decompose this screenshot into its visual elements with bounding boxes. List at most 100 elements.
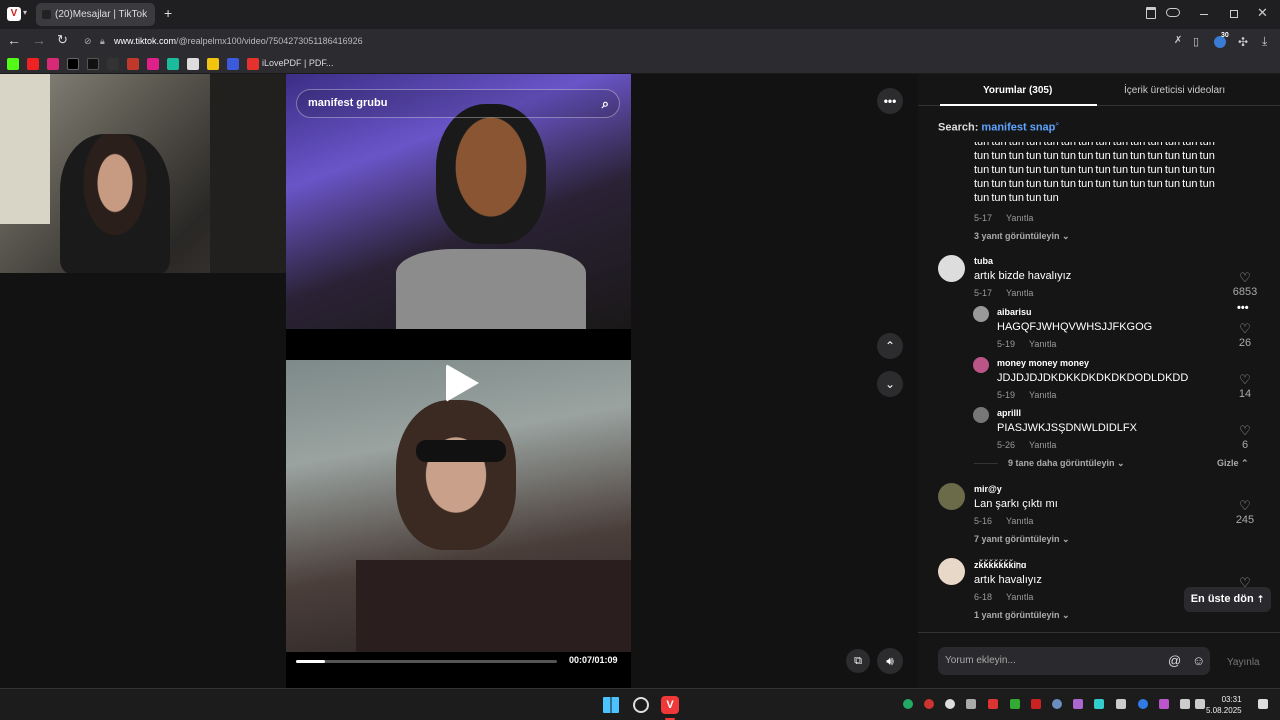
bluetooth-icon[interactable] xyxy=(1138,699,1148,709)
video-player[interactable]: manifest grubu ⌕ 00:07/01:09 xyxy=(286,74,631,688)
tray-app-icon[interactable] xyxy=(1073,699,1083,709)
search-icon[interactable]: ⌕ xyxy=(602,90,609,117)
back-to-top-button[interactable]: En üste dön ⇡ xyxy=(1184,587,1271,612)
previous-video-chevron-up-icon[interactable]: ⌃ xyxy=(877,333,903,359)
tab-creator-videos[interactable]: İçerik üreticisi videoları xyxy=(1124,85,1225,96)
view-more-replies-button[interactable]: 9 tane daha görüntüleyin ⌄ xyxy=(1008,458,1125,469)
emoji-icon[interactable]: ☺ xyxy=(1192,647,1205,675)
bookmark-yellow-icon[interactable] xyxy=(207,58,219,70)
microphone-icon[interactable] xyxy=(1159,699,1169,709)
hide-replies-button[interactable]: Gizle ⌃ xyxy=(1217,458,1249,469)
bookmark-ilovepdf-icon[interactable] xyxy=(247,58,259,70)
more-options-icon[interactable]: ••• xyxy=(877,88,903,114)
bookmark-diamond-icon[interactable] xyxy=(187,58,199,70)
heart-icon[interactable]: ♡ xyxy=(1225,322,1265,335)
next-video-chevron-down-icon[interactable]: ⌄ xyxy=(877,371,903,397)
reply-username[interactable]: money money money xyxy=(997,358,1089,368)
volume-icon[interactable]: 🔊︎ xyxy=(877,648,903,674)
extensions-puzzle-icon[interactable]: ✣ xyxy=(1238,35,1248,49)
reply-button[interactable]: Yanıtla xyxy=(1029,339,1056,349)
tray-app-icon[interactable] xyxy=(1031,699,1041,709)
tray-app-icon[interactable] xyxy=(966,699,976,709)
tray-app-icon[interactable] xyxy=(945,699,955,709)
tray-app-icon[interactable] xyxy=(1094,699,1104,709)
bookmark-icon[interactable]: ▯ xyxy=(1193,35,1199,48)
tab-comments[interactable]: Yorumlar (305) xyxy=(983,85,1052,96)
avatar[interactable] xyxy=(938,558,965,585)
bookmark-red-icon[interactable] xyxy=(127,58,139,70)
tray-app-icon[interactable] xyxy=(1010,699,1020,709)
mention-icon[interactable]: @ xyxy=(1168,647,1181,675)
network-icon[interactable] xyxy=(1180,699,1190,709)
play-icon[interactable] xyxy=(446,364,479,402)
url-field[interactable]: ⊘ 🔒︎ www.tiktok.com/@realpelmx100/video/… xyxy=(78,33,1158,50)
minimize-button[interactable] xyxy=(1200,14,1208,15)
back-arrow-icon[interactable]: ← xyxy=(7,32,21,48)
tray-app-icon[interactable] xyxy=(903,699,913,709)
like-count[interactable]: ♡ 6853 xyxy=(1225,271,1265,298)
reply-button[interactable]: Yanıtla xyxy=(1029,390,1056,400)
avatar[interactable] xyxy=(973,306,989,322)
view-replies-button[interactable]: 3 yanıt görüntüleyin ⌄ xyxy=(974,231,1070,242)
comment-username[interactable]: zǩǩǩǩǩǩǩiᥒɑ xyxy=(974,560,1026,571)
avatar[interactable] xyxy=(973,357,989,373)
publish-button[interactable]: Yayınla xyxy=(1227,657,1260,668)
windows-start-icon[interactable] xyxy=(603,697,619,713)
reply-button[interactable]: Yanıtla xyxy=(1029,440,1056,450)
reply-button[interactable]: Yanıtla xyxy=(1006,213,1033,223)
trash-icon[interactable] xyxy=(1146,7,1156,19)
like-count[interactable]: ♡ 6 xyxy=(1225,424,1265,451)
bookmark-yandex-icon[interactable] xyxy=(147,58,159,70)
comment-username[interactable]: tuba xyxy=(974,256,993,266)
steam-icon[interactable] xyxy=(1052,699,1062,709)
site-info-icon[interactable]: ⊘ xyxy=(84,33,92,50)
forward-arrow-icon[interactable]: → xyxy=(32,32,46,48)
bookmark-blue-icon[interactable] xyxy=(227,58,239,70)
video-search-box[interactable]: manifest grubu ⌕ xyxy=(296,89,620,118)
video-progress-bar[interactable] xyxy=(296,660,557,663)
heart-icon[interactable]: ♡ xyxy=(1225,271,1265,284)
tray-app-icon[interactable] xyxy=(988,699,998,709)
tray-app-icon[interactable] xyxy=(1116,699,1126,709)
comment-username[interactable]: mir@y xyxy=(974,484,1002,494)
bookmark-threads-icon[interactable] xyxy=(107,58,119,70)
new-tab-button[interactable]: + xyxy=(164,5,172,21)
avatar[interactable] xyxy=(938,255,965,282)
related-search-term[interactable]: manifest snap xyxy=(981,122,1055,134)
view-replies-button[interactable]: 1 yanıt görüntüleyin ⌄ xyxy=(974,610,1070,621)
bookmark-instagram-icon[interactable] xyxy=(47,58,59,70)
reload-icon[interactable]: ↻ xyxy=(57,32,68,48)
reply-username[interactable]: aibarisu xyxy=(997,307,1032,317)
heart-icon[interactable]: ♡ xyxy=(1225,373,1265,386)
bookmark-green-icon[interactable] xyxy=(167,58,179,70)
comment-input[interactable]: Yorum ekleyin... @ ☺ xyxy=(938,647,1210,675)
related-search[interactable]: Search: manifest snap⌕ xyxy=(938,121,1059,134)
heart-icon[interactable]: ♡ xyxy=(1225,499,1265,512)
reply-username[interactable]: aprilll xyxy=(997,408,1021,418)
more-options-icon[interactable]: ••• xyxy=(1237,302,1249,314)
avatar[interactable] xyxy=(938,483,965,510)
notifications-icon[interactable] xyxy=(1258,699,1268,709)
bookmark-tiktok-icon[interactable] xyxy=(87,58,99,70)
sync-cloud-icon[interactable] xyxy=(1166,8,1180,17)
maximize-button[interactable] xyxy=(1230,10,1238,18)
tab-list-chevron-icon[interactable]: ▾ xyxy=(23,8,27,17)
bookmark-ilovepdf-label[interactable]: iLovePDF | PDF... xyxy=(262,58,333,68)
like-count[interactable]: ♡ 26 xyxy=(1225,322,1265,349)
reply-button[interactable]: Yanıtla xyxy=(1006,592,1033,602)
reply-button[interactable]: Yanıtla xyxy=(1006,288,1033,298)
translate-icon[interactable]: ✗ xyxy=(1174,35,1182,46)
tray-app-icon[interactable] xyxy=(924,699,934,709)
heart-icon[interactable]: ♡ xyxy=(1225,424,1265,437)
volume-icon[interactable] xyxy=(1195,699,1205,709)
picture-in-picture-icon[interactable]: ⧉ xyxy=(846,649,870,673)
avatar[interactable] xyxy=(973,407,989,423)
bookmark-x-icon[interactable] xyxy=(67,58,79,70)
reply-button[interactable]: Yanıtla xyxy=(1006,516,1033,526)
vivaldi-app-icon[interactable]: V xyxy=(661,696,679,714)
bookmark-kick-icon[interactable] xyxy=(7,58,19,70)
view-replies-button[interactable]: 7 yanıt görüntüleyin ⌄ xyxy=(974,534,1070,545)
browser-tab[interactable]: (20)Mesajlar | TikTok xyxy=(36,3,155,26)
like-count[interactable]: ♡ 14 xyxy=(1225,373,1265,400)
downloads-icon[interactable]: ⤓ xyxy=(1262,34,1267,49)
